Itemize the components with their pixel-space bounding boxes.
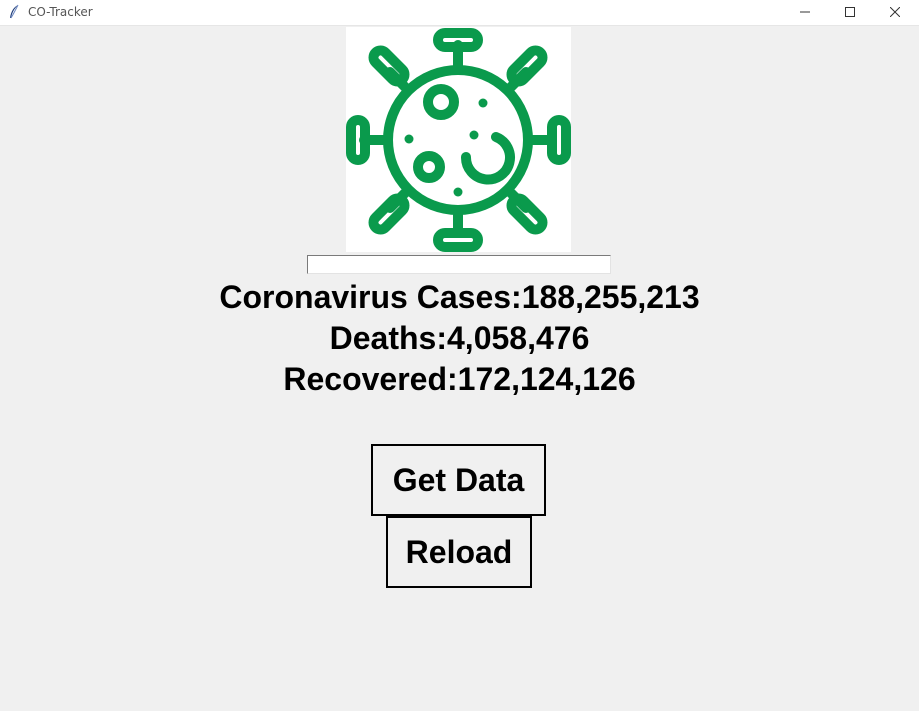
get-data-button[interactable]: Get Data xyxy=(371,444,546,516)
deaths-label: Deaths:4,058,476 xyxy=(329,320,590,356)
reload-button[interactable]: Reload xyxy=(386,516,532,588)
virus-icon xyxy=(346,28,571,252)
close-icon xyxy=(889,4,900,22)
close-button[interactable] xyxy=(872,0,917,25)
maximize-button[interactable] xyxy=(827,0,872,25)
minimize-button[interactable] xyxy=(782,0,827,25)
title-bar[interactable]: CO-Tracker xyxy=(0,0,919,26)
text-entry[interactable] xyxy=(307,255,611,274)
feather-icon xyxy=(8,4,20,20)
minimize-icon xyxy=(799,4,810,22)
app-window: CO-Tracker Coronavirus Cases:188,255,213… xyxy=(0,0,919,711)
window-title: CO-Tracker xyxy=(28,5,93,19)
cases-label: Coronavirus Cases:188,255,213 xyxy=(219,279,700,315)
recovered-label: Recovered:172,124,126 xyxy=(283,361,636,397)
maximize-icon xyxy=(844,4,855,22)
logo-image xyxy=(346,27,571,252)
